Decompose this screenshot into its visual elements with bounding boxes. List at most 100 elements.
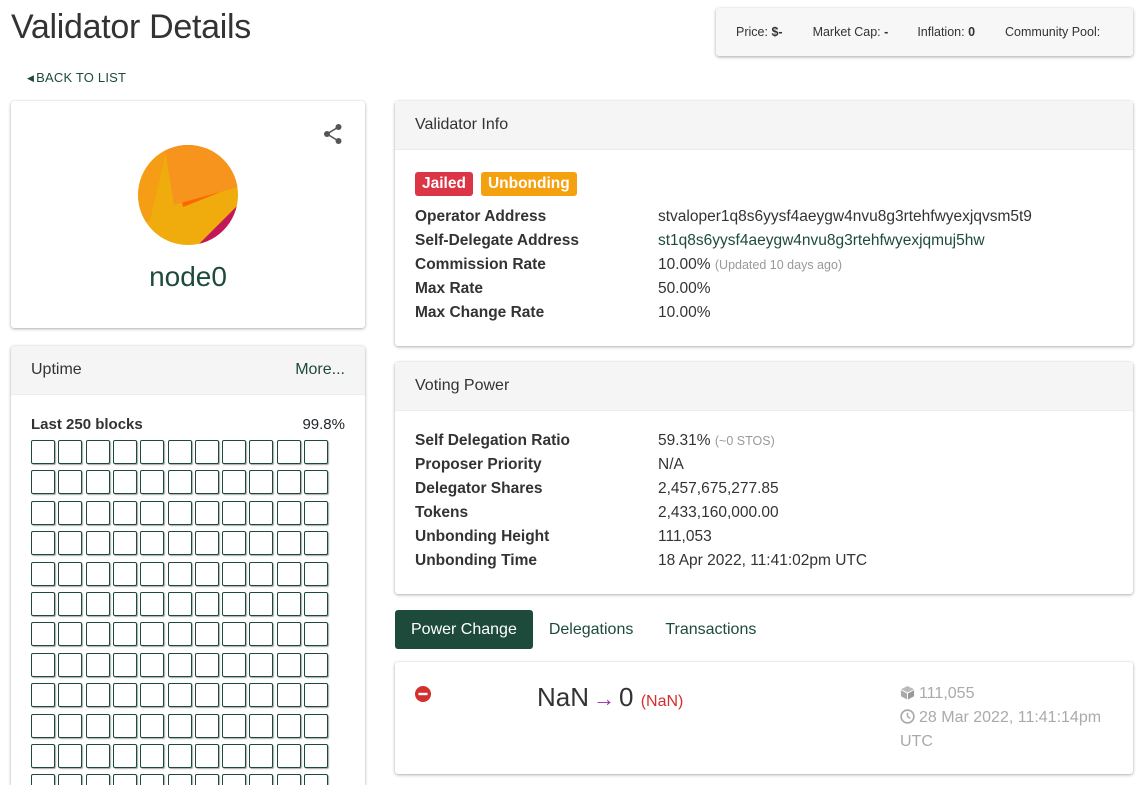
commission-rate-value: 10.00%	[658, 256, 711, 273]
uptime-block	[304, 592, 328, 616]
uptime-summary: Last 250 blocks 99.8%	[31, 416, 345, 433]
uptime-block	[249, 652, 274, 677]
uptime-title: Uptime	[31, 361, 82, 378]
tokens-value: 2,433,160,000.00	[658, 504, 779, 521]
uptime-block	[222, 713, 247, 738]
uptime-percentage: 99.8%	[302, 416, 345, 433]
arrow-right-icon: →	[593, 686, 616, 711]
uptime-block	[31, 531, 55, 556]
uptime-card: Uptime More... Last 250 blocks 99.8%	[11, 346, 365, 785]
unbonding-time-value: 18 Apr 2022, 11:41:02pm UTC	[658, 552, 868, 569]
uptime-block	[167, 531, 192, 556]
max-change-rate-label: Max Change Rate	[415, 304, 545, 321]
block-height-link[interactable]: 111,055	[919, 685, 974, 702]
caret-left-icon: ◀	[27, 73, 35, 83]
uptime-block	[31, 744, 55, 768]
max-rate-value: 50.00%	[658, 280, 711, 297]
uptime-block	[58, 683, 83, 708]
uptime-header: Uptime More...	[11, 346, 365, 395]
self-delegate-address-link[interactable]: st1q8s6yysf4aeygw4nvu8g3rtehfwyexjqmuj5h…	[658, 229, 985, 253]
power-to: 0	[619, 682, 634, 712]
uptime-block	[167, 561, 192, 586]
uptime-block	[140, 500, 165, 525]
market-cap-label: Market Cap:	[812, 25, 881, 39]
uptime-block	[140, 744, 165, 768]
self-delegation-ratio-value: 59.31%	[658, 432, 711, 449]
uptime-block	[249, 622, 274, 647]
tab-power-change[interactable]: Power Change	[395, 610, 533, 649]
uptime-block	[276, 744, 301, 768]
uptime-block	[167, 500, 192, 525]
uptime-block	[194, 652, 219, 677]
uptime-block	[85, 774, 110, 785]
max-change-rate-value: 10.00%	[658, 304, 711, 321]
cube-icon	[900, 685, 915, 700]
uptime-block	[222, 440, 247, 464]
uptime-block	[31, 713, 55, 738]
uptime-block	[31, 683, 55, 708]
uptime-block	[112, 470, 137, 495]
blocks-label: Last 250 blocks	[31, 416, 143, 433]
uptime-block	[31, 622, 55, 647]
uptime-block	[140, 592, 165, 616]
power-change-meta: 111,055 28 Mar 2022, 11:41:14pm UTC	[900, 682, 1115, 754]
uptime-block	[140, 531, 165, 556]
commission-rate-value-wrap: 10.00% (Updated 10 days ago)	[658, 253, 842, 277]
uptime-block	[140, 774, 165, 785]
uptime-block	[222, 470, 247, 495]
uptime-block	[276, 774, 301, 785]
uptime-block	[222, 744, 247, 768]
community-pool-label: Community Pool:	[1005, 25, 1101, 39]
uptime-block	[304, 470, 328, 495]
uptime-block	[58, 774, 83, 785]
price-stat: Price: $-	[736, 25, 783, 39]
timestamp-line1: 28 Mar 2022, 11:41:14pm	[919, 709, 1102, 726]
unbonding-time-label: Unbonding Time	[415, 552, 537, 569]
uptime-block	[194, 440, 219, 464]
commission-updated-note: (Updated 10 days ago)	[714, 258, 843, 272]
unbonding-height-value: 111,053	[658, 528, 712, 545]
uptime-block	[167, 744, 192, 768]
timestamp-line: 28 Mar 2022, 11:41:14pm	[900, 706, 1115, 730]
commission-rate-label: Commission Rate	[415, 256, 546, 273]
uptime-block	[85, 500, 110, 525]
self-delegate-address-label: Self-Delegate Address	[415, 232, 579, 249]
uptime-block	[58, 531, 83, 556]
uptime-block	[249, 531, 274, 556]
uptime-block	[222, 561, 247, 586]
market-cap-stat: Market Cap: -	[813, 25, 889, 39]
uptime-block	[276, 440, 301, 464]
uptime-block	[222, 652, 247, 677]
uptime-block	[304, 500, 328, 525]
uptime-block	[194, 470, 219, 495]
back-to-list-link[interactable]: ◀ BACK TO LIST	[27, 70, 126, 85]
market-stats-bar: Price: $- Market Cap: - Inflation: 0 Com…	[716, 8, 1133, 56]
timestamp-line2: UTC	[900, 733, 933, 750]
uptime-block	[276, 561, 301, 586]
validator-moniker: node0	[149, 261, 227, 292]
self-delegation-amount: (~0 STOS)	[714, 434, 775, 448]
validator-info-card: Validator Info Jailed Unbonding Operator…	[395, 101, 1133, 346]
uptime-block	[276, 500, 301, 525]
uptime-block	[112, 652, 137, 677]
uptime-block	[85, 470, 110, 495]
uptime-block	[304, 622, 328, 647]
community-pool-stat: Community Pool:	[1005, 25, 1100, 39]
uptime-block	[140, 622, 165, 647]
uptime-block	[140, 713, 165, 738]
uptime-block	[194, 713, 219, 738]
uptime-block	[167, 622, 192, 647]
uptime-block	[85, 440, 110, 464]
tab-delegations[interactable]: Delegations	[533, 610, 650, 649]
uptime-block	[112, 774, 137, 785]
uptime-block	[304, 531, 328, 556]
uptime-more-link[interactable]: More...	[295, 346, 345, 394]
uptime-block	[112, 592, 137, 616]
uptime-block	[31, 500, 55, 525]
uptime-block	[276, 713, 301, 738]
delegator-shares-value: 2,457,675,277.85	[658, 480, 779, 497]
tab-transactions[interactable]: Transactions	[649, 610, 772, 649]
share-icon[interactable]	[323, 123, 343, 145]
uptime-block	[249, 440, 274, 464]
uptime-block	[167, 683, 192, 708]
